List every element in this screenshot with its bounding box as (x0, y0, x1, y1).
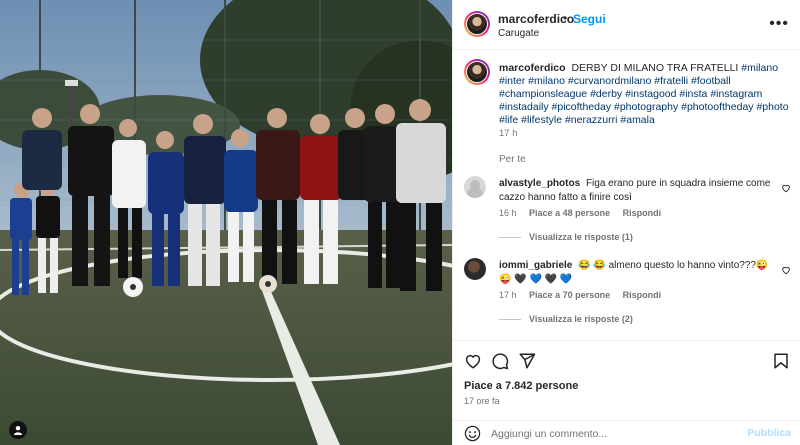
publish-button[interactable]: Pubblica (747, 427, 791, 439)
smiley-icon[interactable] (464, 425, 481, 442)
post-sidebar: marcoferdico • Segui Carugate ••• marcof… (452, 0, 800, 445)
bookmark-icon[interactable] (772, 352, 790, 370)
view-replies-button[interactable]: Visualizza le risposte (2) (499, 314, 633, 324)
post-photo[interactable] (0, 0, 452, 445)
separator-dot: • (563, 11, 568, 25)
comment-meta: 17 h Piace a 70 persone Rispondi (499, 290, 671, 300)
view-replies-label: Visualizza le risposte (1) (529, 232, 633, 242)
replies-divider (499, 236, 521, 238)
view-replies-label: Visualizza le risposte (2) (529, 314, 633, 324)
caption-timestamp: 17 h (499, 128, 518, 139)
tagged-users-button[interactable] (9, 421, 27, 439)
comment-timestamp: 17 h (499, 290, 517, 300)
paper-plane-icon[interactable] (518, 352, 536, 370)
comment-meta: 16 h Piace a 48 persone Rispondi (499, 208, 671, 218)
commenter-username[interactable]: alvastyle_photos (499, 178, 580, 189)
translation-label[interactable]: Per te (499, 154, 526, 165)
post-location[interactable]: Carugate (498, 28, 539, 39)
reply-button[interactable]: Rispondi (623, 208, 662, 218)
speech-bubble-icon[interactable] (491, 352, 509, 370)
add-comment-bar: Pubblica (453, 420, 800, 445)
heart-outline-icon[interactable] (464, 352, 482, 370)
view-replies-button[interactable]: Visualizza le risposte (1) (499, 232, 633, 242)
post-caption: marcoferdico DERBY DI MILANO TRA FRATELL… (499, 62, 789, 127)
commenter-username[interactable]: iommi_gabriele (499, 260, 572, 271)
comments-list: marcoferdico DERBY DI MILANO TRA FRATELL… (453, 50, 800, 340)
reply-button[interactable]: Rispondi (623, 290, 662, 300)
comment-likes[interactable]: Piace a 70 persone (529, 290, 610, 300)
comment-input[interactable] (491, 425, 731, 442)
post-actions-bar (453, 340, 800, 380)
comment-likes[interactable]: Piace a 48 persone (529, 208, 610, 218)
replies-divider (499, 318, 521, 320)
post-likes-count[interactable]: Piace a 7.842 persone (464, 380, 578, 392)
team-group-photo (0, 0, 452, 445)
heart-outline-icon[interactable] (781, 265, 791, 275)
comment-timestamp: 16 h (499, 208, 517, 218)
post-timestamp[interactable]: 17 ore fa (464, 396, 500, 406)
caption-avatar[interactable] (464, 59, 490, 85)
user-tag-icon (14, 426, 22, 435)
follow-button[interactable]: Segui (573, 12, 606, 26)
more-options-icon[interactable]: ••• (769, 16, 789, 32)
post-header: marcoferdico • Segui Carugate ••• (453, 0, 800, 50)
caption-text: DERBY DI MILANO TRA FRATELLI (571, 62, 739, 74)
comment-body: iommi_gabriele 😂 😂 almeno questo lo hann… (499, 259, 774, 287)
commenter-avatar[interactable] (464, 258, 486, 280)
caption-username[interactable]: marcoferdico (499, 62, 566, 74)
comment-body: alvastyle_photos Figa erano pure in squa… (499, 177, 774, 205)
commenter-avatar[interactable] (464, 176, 486, 198)
author-avatar[interactable] (464, 11, 490, 37)
heart-outline-icon[interactable] (781, 183, 791, 193)
